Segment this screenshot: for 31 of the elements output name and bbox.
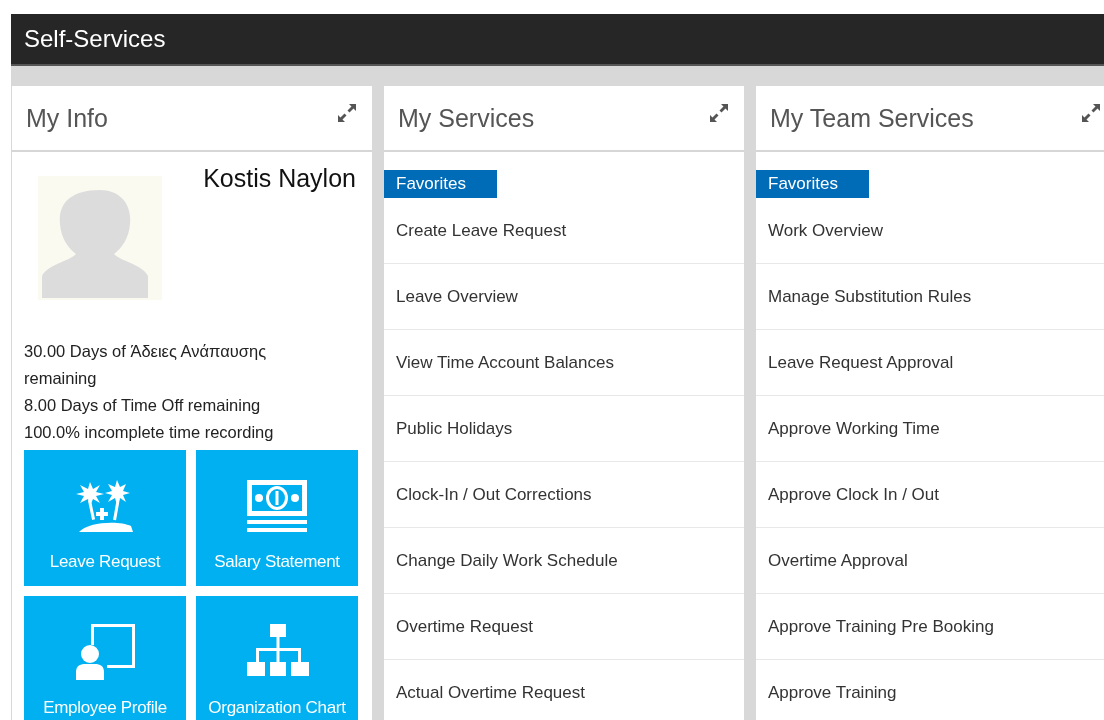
balance-text: 30.00 Days of Άδειες Ανάπαυσης remaining <box>24 341 268 389</box>
expand-icon[interactable] <box>1080 102 1102 124</box>
service-link[interactable]: Overtime Request <box>384 594 744 660</box>
banknote-icon <box>245 478 309 534</box>
service-link[interactable]: Clock-In / Out Corrections <box>384 462 744 528</box>
panel-title: My Info <box>26 103 108 133</box>
expand-icon[interactable] <box>708 102 730 124</box>
person-presentation-icon <box>73 624 137 680</box>
service-link[interactable]: Actual Overtime Request <box>384 660 744 720</box>
section-label: Favorites <box>384 170 497 198</box>
service-link[interactable]: Approve Training <box>756 660 1104 720</box>
service-link[interactable]: Leave Request Approval <box>756 330 1104 396</box>
service-link[interactable]: Approve Clock In / Out <box>756 462 1104 528</box>
service-link[interactable]: Create Leave Request <box>384 198 744 264</box>
service-link[interactable]: Public Holidays <box>384 396 744 462</box>
service-link[interactable]: Change Daily Work Schedule <box>384 528 744 594</box>
panel-title: My Services <box>398 103 535 133</box>
balance-text: 8.00 Days of Time Off remaining <box>24 395 262 416</box>
service-link[interactable]: Approve Training Pre Booking <box>756 594 1104 660</box>
employee-name: Kostis Naylon <box>203 164 356 194</box>
balance-text: 100.0% incomplete time recording <box>24 422 275 443</box>
service-link[interactable]: Leave Overview <box>384 264 744 330</box>
service-link[interactable]: Manage Substitution Rules <box>756 264 1104 330</box>
service-link[interactable]: Overtime Approval <box>756 528 1104 594</box>
service-link[interactable]: Approve Working Time <box>756 396 1104 462</box>
expand-icon[interactable] <box>336 102 358 124</box>
service-link[interactable]: Work Overview <box>756 198 1104 264</box>
page-title: Self-Services <box>24 25 166 53</box>
service-link[interactable]: View Time Account Balances <box>384 330 744 396</box>
panel-title: My Team Services <box>770 103 974 133</box>
section-label: Favorites <box>756 170 869 198</box>
